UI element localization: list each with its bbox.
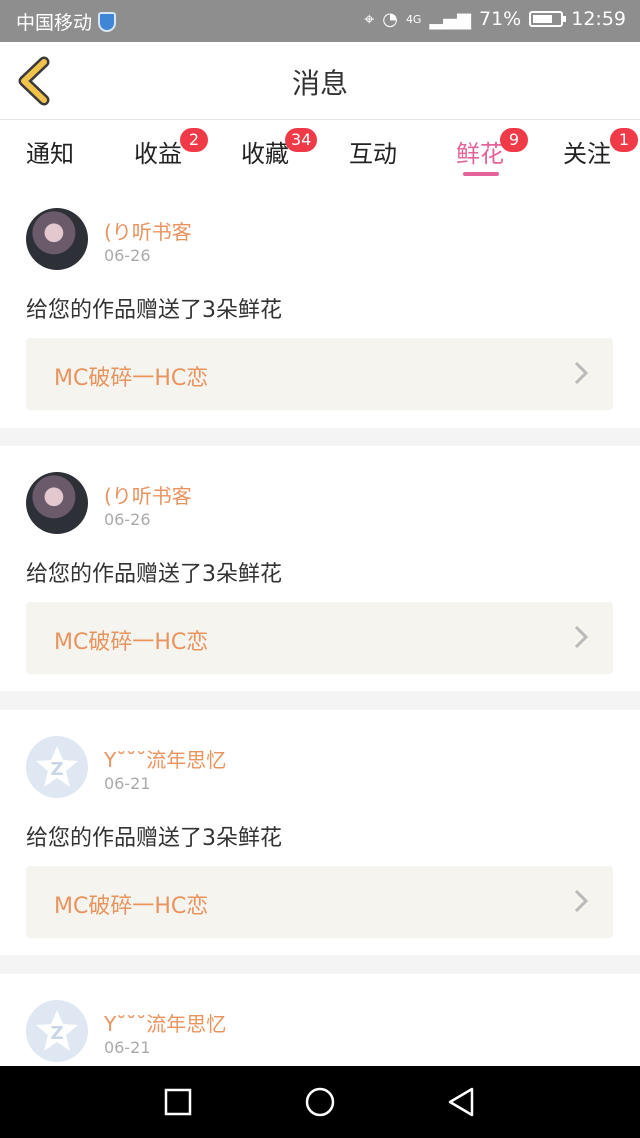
unread-badge: 2 xyxy=(180,128,208,152)
network-label: 4G xyxy=(405,12,422,26)
home-button[interactable] xyxy=(302,1084,338,1120)
avatar[interactable] xyxy=(26,472,88,534)
tab-notifications[interactable]: 通知 xyxy=(26,134,74,169)
system-nav-bar xyxy=(0,1066,640,1138)
svg-text:Z: Z xyxy=(50,1023,63,1044)
wifi-icon: ◔ xyxy=(382,8,398,30)
flower-message-card: Z Y˘˘˘流年思忆 06-21 xyxy=(0,974,640,1066)
tab-flowers[interactable]: 鲜花 9 xyxy=(456,128,528,169)
unread-badge: 9 xyxy=(500,128,528,152)
carrier-label: 中国移动 xyxy=(16,12,93,34)
page-title: 消息 xyxy=(291,67,348,100)
tab-interactions[interactable]: 互动 xyxy=(349,134,397,169)
message-date: 06-26 xyxy=(104,246,151,265)
chevron-right-icon xyxy=(574,889,589,913)
signal-icon: ▂▄▆ xyxy=(429,8,471,30)
tab-label: 收益 xyxy=(134,140,182,168)
avatar[interactable]: Z xyxy=(26,1000,88,1062)
avatar[interactable] xyxy=(26,208,88,270)
shield-icon xyxy=(98,11,117,32)
default-avatar-icon: Z xyxy=(36,1010,78,1051)
battery-icon xyxy=(529,11,567,27)
tab-favorites[interactable]: 收藏 34 xyxy=(241,128,318,169)
chevron-right-icon xyxy=(574,361,589,385)
status-bar: 中国移动 ⌖ ◔ 4G ▂▄▆ 71% 12:59 xyxy=(0,0,640,42)
back-nav-button[interactable] xyxy=(444,1084,480,1120)
tab-label: 关注 xyxy=(563,140,611,168)
sender-name[interactable]: (り听书客 xyxy=(104,216,192,245)
battery-percent: 71% xyxy=(479,8,522,30)
message-date: 06-26 xyxy=(104,510,151,529)
default-avatar-icon: Z xyxy=(36,746,78,787)
tab-earnings[interactable]: 收益 2 xyxy=(134,128,208,169)
tab-bar: 通知 收益 2 收藏 34 互动 鲜花 9 关注 1 xyxy=(0,120,640,180)
work-title: MC破碎一HC恋 xyxy=(54,366,209,391)
app-header: 消息 xyxy=(0,42,640,120)
message-date: 06-21 xyxy=(104,774,151,793)
message-text: 给您的作品赠送了3朵鲜花 xyxy=(26,298,282,323)
unread-badge: 1 xyxy=(610,128,638,152)
tab-following[interactable]: 关注 1 xyxy=(563,128,638,169)
tab-label: 收藏 xyxy=(241,140,289,168)
active-tab-indicator xyxy=(463,172,499,176)
work-link[interactable]: MC破碎一HC恋 xyxy=(26,866,613,938)
work-link[interactable]: MC破碎一HC恋 xyxy=(26,602,613,674)
tab-label: 互动 xyxy=(349,140,397,168)
tab-label: 通知 xyxy=(26,140,74,168)
flower-message-card: Z Y˘˘˘流年思忆 06-21 给您的作品赠送了3朵鲜花 MC破碎一HC恋 xyxy=(0,710,640,955)
message-date: 06-21 xyxy=(104,1038,151,1057)
recent-apps-button[interactable] xyxy=(160,1084,196,1120)
location-icon: ⌖ xyxy=(364,8,375,30)
tab-label: 鲜花 xyxy=(456,140,504,168)
avatar[interactable]: Z xyxy=(26,736,88,798)
message-text: 给您的作品赠送了3朵鲜花 xyxy=(26,562,282,587)
svg-text:Z: Z xyxy=(50,759,63,780)
chevron-right-icon xyxy=(574,625,589,649)
work-title: MC破碎一HC恋 xyxy=(54,894,209,919)
sender-name[interactable]: Y˘˘˘流年思忆 xyxy=(104,744,226,773)
work-title: MC破碎一HC恋 xyxy=(54,630,209,655)
clock: 12:59 xyxy=(571,8,626,30)
message-text: 给您的作品赠送了3朵鲜花 xyxy=(26,826,282,851)
sender-name[interactable]: (り听书客 xyxy=(104,480,192,509)
flower-message-card: (り听书客 06-26 给您的作品赠送了3朵鲜花 MC破碎一HC恋 xyxy=(0,180,640,428)
message-list: (り听书客 06-26 给您的作品赠送了3朵鲜花 MC破碎一HC恋 (り听书客 … xyxy=(0,180,640,1066)
work-link[interactable]: MC破碎一HC恋 xyxy=(26,338,613,410)
flower-message-card: (り听书客 06-26 给您的作品赠送了3朵鲜花 MC破碎一HC恋 xyxy=(0,446,640,691)
unread-badge: 34 xyxy=(285,128,318,152)
sender-name[interactable]: Y˘˘˘流年思忆 xyxy=(104,1008,226,1037)
